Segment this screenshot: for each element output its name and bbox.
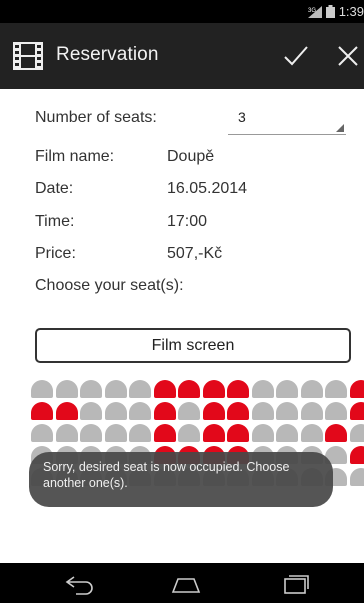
seat-occupied[interactable] <box>202 424 225 442</box>
svg-text:3G: 3G <box>308 8 316 14</box>
seats-count-select[interactable]: 3 <box>228 106 346 135</box>
seat-free[interactable] <box>276 402 298 420</box>
back-button[interactable] <box>64 573 94 595</box>
seat-free[interactable] <box>129 424 151 442</box>
seats-count-label: Number of seats: <box>35 109 157 126</box>
status-bar: 3G 1:39 <box>0 0 364 23</box>
seat-free[interactable] <box>104 424 127 442</box>
seats-count-value: 3 <box>238 109 246 125</box>
action-bar: Reservation <box>0 23 364 89</box>
seat-occupied[interactable] <box>153 380 176 398</box>
seat-free[interactable] <box>80 402 102 420</box>
seat-free[interactable] <box>300 402 323 420</box>
price-value: 507,-Kč <box>167 245 223 262</box>
page-title: Reservation <box>56 44 159 65</box>
seat-free[interactable] <box>80 380 102 398</box>
time-value: 17:00 <box>167 213 208 230</box>
seat-occupied[interactable] <box>153 402 176 420</box>
film-strip-icon <box>13 42 43 70</box>
seat-occupied[interactable] <box>202 402 225 420</box>
seat-occupied[interactable] <box>227 402 249 420</box>
choose-seats-label: Choose your seat(s): <box>35 277 184 294</box>
seat-occupied[interactable] <box>349 446 364 464</box>
navigation-bar <box>0 563 364 603</box>
seat-free[interactable] <box>349 424 364 442</box>
checkmark-icon <box>284 46 308 66</box>
toast-message: Sorry, desired seat is now occupied. Cho… <box>29 452 333 507</box>
seat-occupied[interactable] <box>178 380 200 398</box>
seat-occupied[interactable] <box>227 380 249 398</box>
seat-free[interactable] <box>129 380 151 398</box>
time-label: Time: <box>35 213 75 230</box>
recents-icon <box>284 575 309 594</box>
seat-free[interactable] <box>31 380 53 398</box>
confirm-button[interactable] <box>283 43 309 69</box>
seat-free[interactable] <box>349 468 364 486</box>
seat-free[interactable] <box>276 424 298 442</box>
seat-free[interactable] <box>251 402 274 420</box>
seat-free[interactable] <box>325 380 347 398</box>
seat-occupied[interactable] <box>31 402 53 420</box>
seat-occupied[interactable] <box>325 424 347 442</box>
price-label: Price: <box>35 245 76 262</box>
back-icon <box>65 576 93 595</box>
seat-free[interactable] <box>104 402 127 420</box>
date-value: 16.05.2014 <box>167 180 248 197</box>
seat-free[interactable] <box>251 424 274 442</box>
seat-occupied[interactable] <box>349 402 364 420</box>
seat-occupied[interactable] <box>349 380 364 398</box>
home-button[interactable] <box>171 573 201 595</box>
recents-button[interactable] <box>281 573 311 595</box>
seat-free[interactable] <box>300 424 323 442</box>
home-icon <box>171 578 201 593</box>
status-icons: 3G 1:39 <box>307 3 364 20</box>
seat-free[interactable] <box>55 380 78 398</box>
date-label: Date: <box>35 180 74 197</box>
close-button[interactable] <box>337 45 359 67</box>
seat-free[interactable] <box>80 424 102 442</box>
film-name-label: Film name: <box>35 148 115 165</box>
seat-free[interactable] <box>325 402 347 420</box>
seat-occupied[interactable] <box>202 380 225 398</box>
seat-free[interactable] <box>276 380 298 398</box>
close-icon <box>338 46 358 66</box>
battery-icon <box>325 5 335 18</box>
seat-free[interactable] <box>178 424 200 442</box>
signal-icon: 3G <box>307 5 322 18</box>
seat-free[interactable] <box>104 380 127 398</box>
clock: 1:39 <box>338 4 364 19</box>
film-name-value: Doupě <box>167 148 215 165</box>
seat-free[interactable] <box>300 380 323 398</box>
seat-occupied[interactable] <box>55 402 78 420</box>
seat-free[interactable] <box>251 380 274 398</box>
seat-free[interactable] <box>178 402 200 420</box>
seat-free[interactable] <box>55 424 78 442</box>
seat-occupied[interactable] <box>227 424 249 442</box>
film-screen-button[interactable]: Film screen <box>35 328 351 363</box>
dropdown-arrow-icon <box>336 124 344 132</box>
seat-free[interactable] <box>31 424 53 442</box>
seat-free[interactable] <box>129 402 151 420</box>
seat-occupied[interactable] <box>153 424 176 442</box>
